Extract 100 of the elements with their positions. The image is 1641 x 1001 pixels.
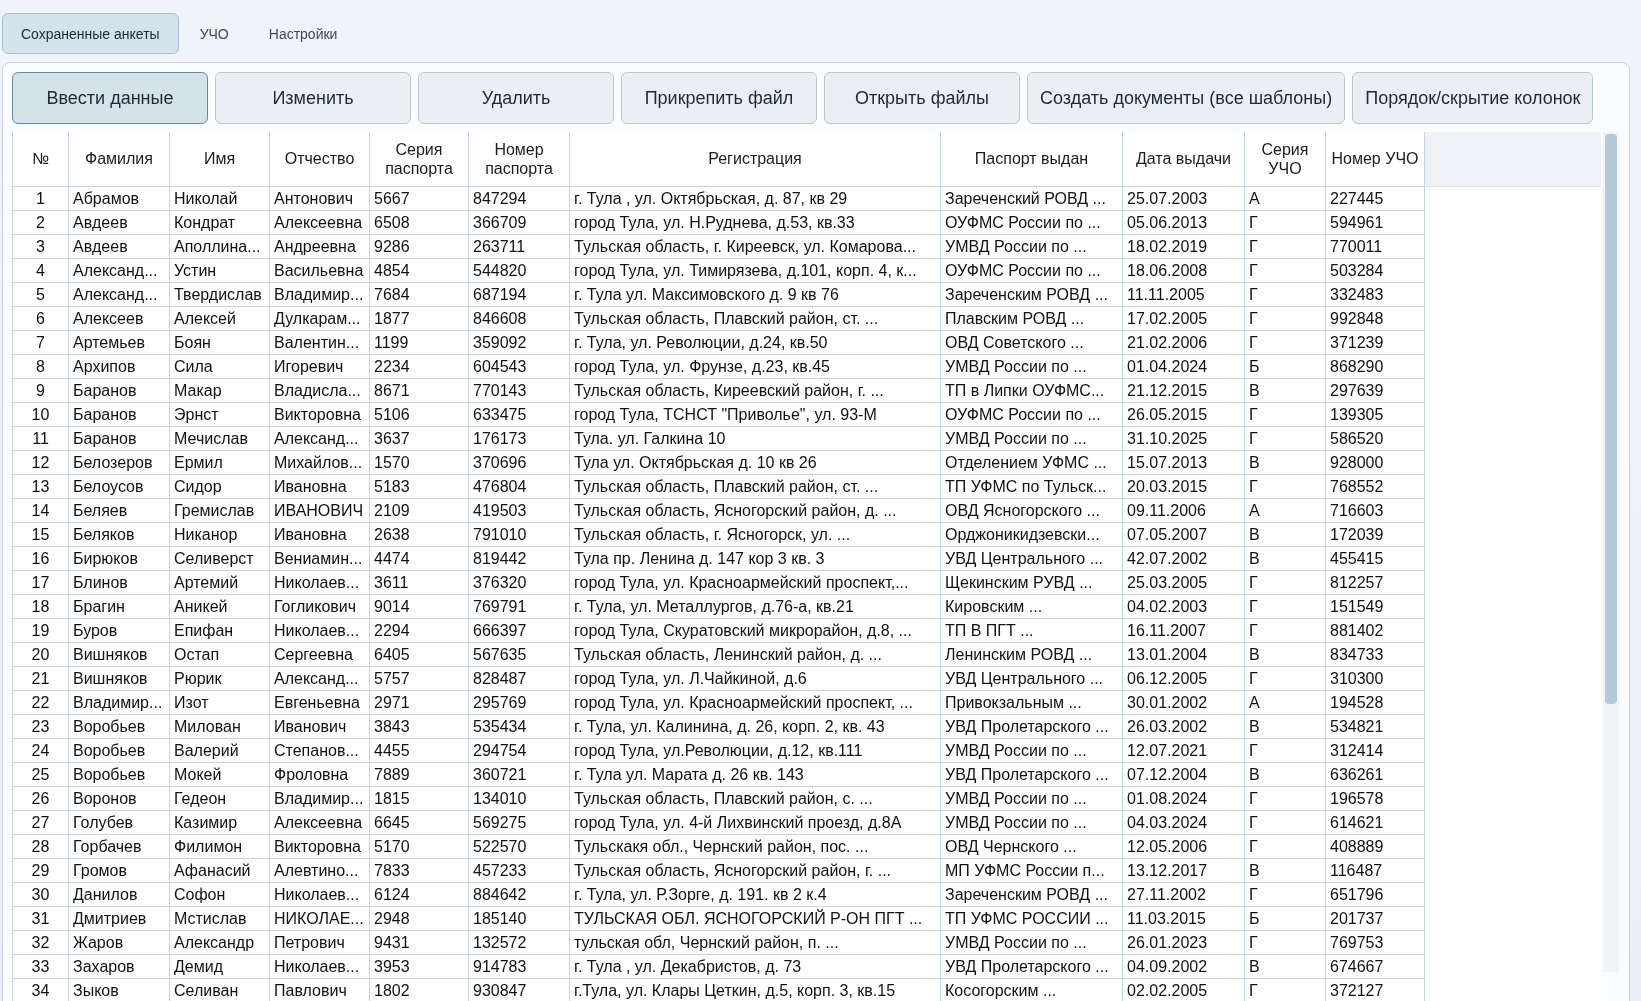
toolbar-button[interactable]: Открыть файлы (824, 72, 1020, 124)
table-cell: 8 (13, 355, 69, 379)
column-header[interactable]: Серия паспорта (370, 132, 469, 187)
table-cell: 594961 (1326, 211, 1425, 235)
table-cell: 16 (13, 547, 69, 571)
tab[interactable]: УЧО (180, 13, 248, 54)
table-cell: 29 (13, 859, 69, 883)
table-cell: В (1245, 523, 1326, 547)
table-cell: Николаев... (270, 571, 370, 595)
table-cell: 07.05.2007 (1123, 523, 1245, 547)
column-header[interactable]: Имя (170, 132, 270, 187)
tab[interactable]: Сохраненные анкеты (2, 13, 179, 54)
table-cell: УМВД России по ... (941, 787, 1123, 811)
table-cell: 1802 (370, 979, 469, 1001)
table-cell: Авдеев (69, 235, 170, 259)
table-cell: МП УФМС России п... (941, 859, 1123, 883)
table-cell: Остап (170, 643, 270, 667)
table-cell: тульская обл, Чернский район, п. ... (570, 931, 941, 955)
table-cell: Мстислав (170, 907, 270, 931)
table-cell: 716603 (1326, 499, 1425, 523)
toolbar-button[interactable]: Изменить (215, 72, 411, 124)
table-cell: 3843 (370, 715, 469, 739)
table-cell: Артемьев (69, 331, 170, 355)
column-header[interactable]: № (13, 132, 69, 187)
table-cell: Захаров (69, 955, 170, 979)
table-cell: ОВД Чернского ... (941, 835, 1123, 859)
table-cell: 359092 (469, 331, 570, 355)
table-cell: Зареченским РОВД ... (941, 883, 1123, 907)
column-header[interactable]: Паспорт выдан (941, 132, 1123, 187)
table-cell: Буров (69, 619, 170, 643)
table-cell: УМВД России по ... (941, 739, 1123, 763)
table-cell: 3953 (370, 955, 469, 979)
table-cell: Аполлина... (170, 235, 270, 259)
column-header[interactable]: Регистрация (570, 132, 941, 187)
table-cell: Баранов (69, 379, 170, 403)
table-cell: 28 (13, 835, 69, 859)
table-cell: 04.03.2024 (1123, 811, 1245, 835)
table-cell: город Тула, ул. Фрунзе, д.23, кв.45 (570, 355, 941, 379)
table-cell: Г (1245, 475, 1326, 499)
column-header[interactable]: Дата выдачи (1123, 132, 1245, 187)
table-cell: 419503 (469, 499, 570, 523)
table-cell: Тульская область, г. Киреевск, ул. Комарова... (570, 235, 941, 259)
table-cell: Зыков (69, 979, 170, 1001)
vertical-scrollbar[interactable] (1603, 132, 1619, 972)
table-cell: 172039 (1326, 523, 1425, 547)
table-cell: А (1245, 187, 1326, 211)
column-header[interactable]: Фамилия (69, 132, 170, 187)
table-cell: 6405 (370, 643, 469, 667)
table-cell: 569275 (469, 811, 570, 835)
table-cell: ОВД Ясногорского ... (941, 499, 1123, 523)
table-cell: 30 (13, 883, 69, 907)
tab[interactable]: Настройки (249, 13, 357, 54)
table-cell: 21 (13, 667, 69, 691)
table-cell: Зареченским РОВД ... (941, 283, 1123, 307)
column-header[interactable]: Отчество (270, 132, 370, 187)
table-cell: г. Тула , ул. Декабристов, д. 73 (570, 955, 941, 979)
table-cell: 791010 (469, 523, 570, 547)
table-cell: 310300 (1326, 667, 1425, 691)
table-cell: город Тула, Скуратовский микрорайон, д.8, ... (570, 619, 941, 643)
table-cell: Баранов (69, 427, 170, 451)
table-cell: 1199 (370, 331, 469, 355)
table-cell: ОВД Советского ... (941, 331, 1123, 355)
toolbar-button[interactable]: Порядок/скрытие колонок (1352, 72, 1594, 124)
table-cell: 376320 (469, 571, 570, 595)
table-cell: А (1245, 691, 1326, 715)
table-cell: 12.05.2006 (1123, 835, 1245, 859)
table-cell: 24 (13, 739, 69, 763)
table-cell: Белозеров (69, 451, 170, 475)
table-cell: 868290 (1326, 355, 1425, 379)
table-cell: Г (1245, 931, 1326, 955)
toolbar-button[interactable]: Ввести данные (12, 72, 208, 124)
table-cell: 07.12.2004 (1123, 763, 1245, 787)
scrollbar-thumb[interactable] (1605, 134, 1617, 704)
table-cell: Авдеев (69, 211, 170, 235)
table-cell: Привокзальным ... (941, 691, 1123, 715)
table-cell: Антонович (270, 187, 370, 211)
table-cell: 2294 (370, 619, 469, 643)
table-cell: 20 (13, 643, 69, 667)
toolbar-button[interactable]: Прикрепить файл (621, 72, 817, 124)
column-header[interactable]: Серия УЧО (1245, 132, 1326, 187)
table-cell: ТУЛЬСКАЯ ОБЛ. ЯСНОГОРСКИЙ Р-ОН ПГТ ... (570, 907, 941, 931)
table-cell: Г (1245, 595, 1326, 619)
table-cell: Алексеевна (270, 211, 370, 235)
column-header[interactable]: Номер паспорта (469, 132, 570, 187)
table-cell: 812257 (1326, 571, 1425, 595)
table-cell: Александ... (270, 667, 370, 691)
table-cell: Орджоникидзевски... (941, 523, 1123, 547)
column-header[interactable]: Номер УЧО (1326, 132, 1425, 187)
table-cell: Мечислав (170, 427, 270, 451)
table-cell: 25 (13, 763, 69, 787)
table-cell: 2234 (370, 355, 469, 379)
toolbar-button[interactable]: Создать документы (все шаблоны) (1027, 72, 1346, 124)
toolbar-button[interactable]: Удалить (418, 72, 614, 124)
table-cell: 4474 (370, 547, 469, 571)
table-cell: 4854 (370, 259, 469, 283)
table-cell: 25.03.2005 (1123, 571, 1245, 595)
table-cell: 18.06.2008 (1123, 259, 1245, 283)
table-cell: В (1245, 379, 1326, 403)
table-cell: Васильевна (270, 259, 370, 283)
table-cell: 914783 (469, 955, 570, 979)
